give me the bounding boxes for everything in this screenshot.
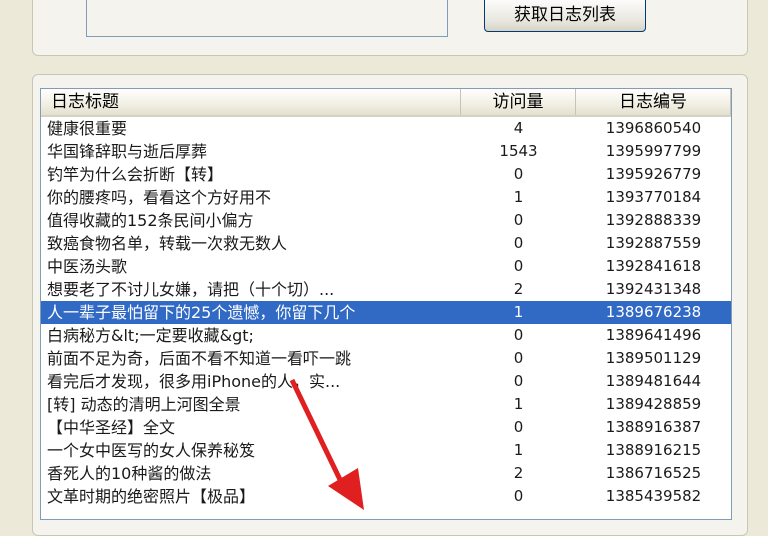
list-item-visits: 0 — [513, 349, 524, 367]
list-item-id: 1389641496 — [605, 326, 702, 344]
log-text-area[interactable] — [86, 0, 448, 37]
list-item-title: [转] 动态的清明上河图全景 — [47, 395, 241, 414]
list-item-title: 香死人的10种酱的做法 — [47, 464, 212, 483]
list-item-visits: 0 — [513, 257, 524, 275]
list-item-visits: 1 — [513, 441, 524, 459]
list-header: 日志标题 访问量 日志编号 — [41, 89, 731, 117]
list-item-visits: 1543 — [499, 142, 538, 160]
list-item-id: 1386716525 — [605, 464, 702, 482]
column-header-title[interactable]: 日志标题 — [41, 89, 461, 115]
list-item-id: 1395926779 — [605, 165, 702, 183]
list-item[interactable]: 值得收藏的152条民间小偏方 0 1392888339 — [41, 209, 731, 232]
list-item-visits: 0 — [513, 487, 524, 505]
list-item[interactable]: [转] 动态的清明上河图全景 1 1389428859 — [41, 393, 731, 416]
list-item-id: 1392888339 — [605, 211, 702, 229]
list-item-id: 1393770184 — [605, 188, 702, 206]
list-item[interactable]: 钓竿为什么会折断【转】 0 1395926779 — [41, 163, 731, 186]
list-item-visits: 0 — [513, 326, 524, 344]
list-item[interactable]: 华国锋辞职与逝后厚葬 1543 1395997799 — [41, 140, 731, 163]
list-item[interactable]: 白病秘方&lt;一定要收藏&gt; 0 1389641496 — [41, 324, 731, 347]
list-rows: 健康很重要 4 1396860540 华国锋辞职与逝后厚葬 1543 1395997799… — [41, 117, 731, 508]
list-item-visits: 1 — [513, 395, 524, 413]
list-item-visits: 2 — [513, 464, 524, 482]
list-item-id: 1392841618 — [605, 257, 702, 275]
list-item-title: 你的腰疼吗，看看这个方好用不 — [47, 188, 272, 207]
list-item[interactable]: 致癌食物名单，转载一次救无数人 0 1392887559 — [41, 232, 731, 255]
list-item-id: 1389428859 — [605, 395, 702, 413]
list-item[interactable]: 【中华圣经】全文 0 1388916387 — [41, 416, 731, 439]
list-item-title: 健康很重要 — [47, 119, 128, 138]
list-item-visits: 0 — [513, 418, 524, 436]
list-item[interactable]: 你的腰疼吗，看看这个方好用不 1 1393770184 — [41, 186, 731, 209]
list-item[interactable]: 前面不足为奇，后面不看不知道一看吓一跳 0 1389501129 — [41, 347, 731, 370]
list-item-title: 值得收藏的152条民间小偏方 — [47, 211, 254, 230]
list-item-title: 中医汤头歌 — [47, 257, 128, 276]
list-item[interactable]: 文革时期的绝密照片【极品】 0 1385439582 — [41, 485, 731, 508]
list-item[interactable]: 健康很重要 4 1396860540 — [41, 117, 731, 140]
list-item-id: 1388916215 — [605, 441, 702, 459]
list-item-title: 华国锋辞职与逝后厚葬 — [47, 142, 208, 161]
list-item-visits: 0 — [513, 211, 524, 229]
list-item[interactable]: 香死人的10种酱的做法 2 1386716525 — [41, 462, 731, 485]
list-item[interactable]: 想要老了不讨儿女嫌，请把（十个切）... 2 1392431348 — [41, 278, 731, 301]
list-item-title: 想要老了不讨儿女嫌，请把（十个切）... — [47, 280, 335, 299]
list-item-id: 1395997799 — [605, 142, 702, 160]
list-item-id: 1392431348 — [605, 280, 702, 298]
list-item-title: 人一辈子最怕留下的25个遗憾，你留下几个 — [47, 303, 356, 322]
list-item-id: 1389501129 — [605, 349, 702, 367]
list-item-id: 1389676238 — [605, 303, 702, 321]
list-item-id: 1389481644 — [605, 372, 702, 390]
fetch-log-list-button[interactable]: 获取日志列表 — [484, 0, 646, 32]
list-item-title: 前面不足为奇，后面不看不知道一看吓一跳 — [47, 349, 352, 368]
list-item-id: 1392887559 — [605, 234, 702, 252]
list-item-visits: 1 — [513, 303, 524, 321]
list-item-visits: 2 — [513, 280, 524, 298]
list-item-title: 白病秘方&lt;一定要收藏&gt; — [47, 326, 254, 345]
list-item[interactable]: 中医汤头歌 0 1392841618 — [41, 255, 731, 278]
list-item[interactable]: 人一辈子最怕留下的25个遗憾，你留下几个 1 1389676238 — [41, 301, 731, 324]
list-item-visits: 4 — [513, 119, 524, 137]
list-item-title: 钓竿为什么会折断【转】 — [47, 165, 224, 184]
list-item-id: 1388916387 — [605, 418, 702, 436]
list-item-visits: 1 — [513, 188, 524, 206]
list-item-visits: 0 — [513, 165, 524, 183]
list-item-title: 一个女中医写的女人保养秘笈 — [47, 441, 256, 460]
list-item-id: 1385439582 — [605, 487, 702, 505]
list-item[interactable]: 一个女中医写的女人保养秘笈 1 1388916215 — [41, 439, 731, 462]
column-header-id[interactable]: 日志编号 — [576, 89, 731, 115]
list-item-title: 文革时期的绝密照片【极品】 — [47, 487, 256, 506]
list-item-title: 【中华圣经】全文 — [47, 418, 176, 437]
list-item-title: 致癌食物名单，转载一次救无数人 — [47, 234, 288, 253]
list-item-title: 看完后才发现，很多用iPhone的人，实... — [47, 372, 341, 391]
list-item-visits: 0 — [513, 372, 524, 390]
list-item-visits: 0 — [513, 234, 524, 252]
list-item[interactable]: 看完后才发现，很多用iPhone的人，实... 0 1389481644 — [41, 370, 731, 393]
list-item-id: 1396860540 — [605, 119, 702, 137]
log-list-view[interactable]: 日志标题 访问量 日志编号 健康很重要 4 1396860540 华国锋辞职与逝后厚葬… — [40, 88, 732, 520]
column-header-visits[interactable]: 访问量 — [461, 89, 576, 115]
